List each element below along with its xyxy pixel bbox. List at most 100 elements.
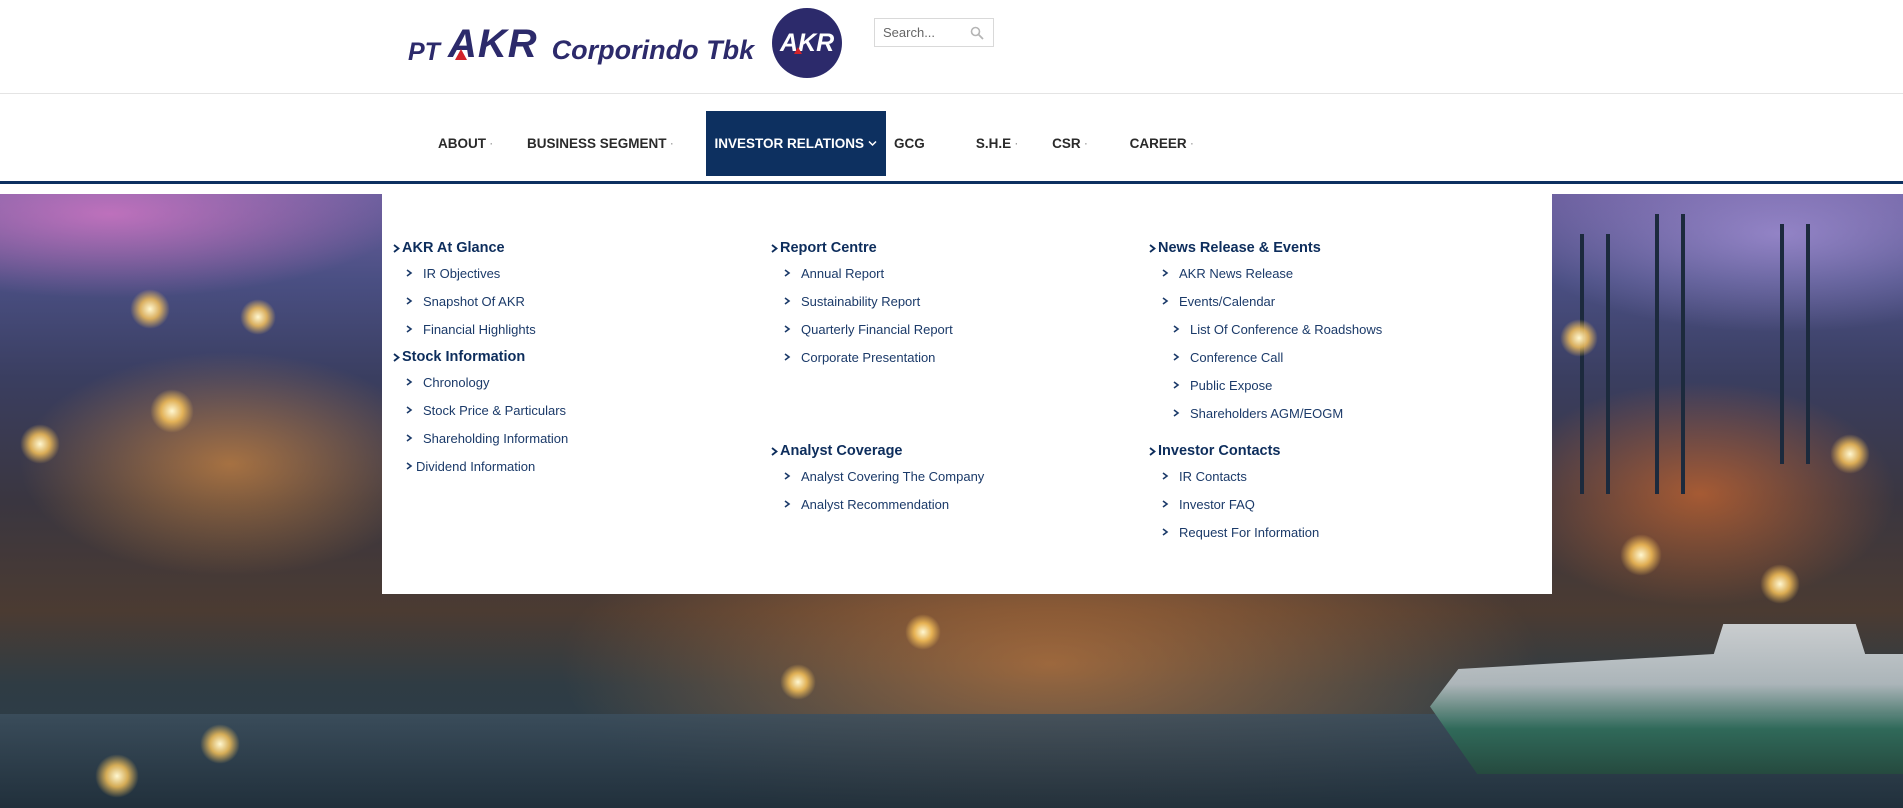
menu-group-news-release-events: News Release & Events AKR News Release E… bbox=[1148, 238, 1382, 423]
menu-group-title[interactable]: Stock Information bbox=[392, 347, 568, 367]
nav-dropdown-indicator: · bbox=[670, 138, 674, 149]
nav-item-gcg[interactable]: GCG bbox=[886, 111, 933, 176]
nav-item-label: ABOUT bbox=[438, 136, 486, 151]
hero-light bbox=[1830, 434, 1870, 474]
menu-item-label: Shareholding Information bbox=[423, 430, 569, 446]
menu-item-label: Dividend Information bbox=[416, 458, 536, 474]
menu-group-title-text: News Release & Events bbox=[1158, 240, 1321, 256]
menu-group-title[interactable]: Analyst Coverage bbox=[770, 441, 984, 461]
hero-light bbox=[1760, 564, 1800, 604]
menu-group-title-text: Investor Contacts bbox=[1158, 443, 1281, 459]
nav-dropdown-indicator: · bbox=[1015, 138, 1019, 149]
menu-item-events-calendar[interactable]: Events/Calendar bbox=[1148, 291, 1382, 311]
menu-item-label: IR Contacts bbox=[1179, 468, 1247, 484]
nav-item-label: GCG bbox=[894, 136, 925, 151]
menu-item-investor-faq[interactable]: Investor FAQ bbox=[1148, 494, 1319, 514]
nav-item-she[interactable]: S.H.E · bbox=[968, 111, 1026, 176]
company-logo[interactable]: PT AKR Corporindo Tbk AKR bbox=[408, 8, 843, 78]
nav-item-investor-relations[interactable]: INVESTOR RELATIONS bbox=[705, 111, 887, 176]
hero-crane bbox=[1655, 214, 1685, 494]
hero-light bbox=[905, 614, 941, 650]
search-icon[interactable] bbox=[970, 26, 984, 40]
nav-item-label: CSR bbox=[1052, 136, 1081, 151]
hero-crane bbox=[1580, 234, 1610, 494]
hero-light bbox=[200, 724, 240, 764]
menu-item-sustainability-report[interactable]: Sustainability Report bbox=[770, 291, 953, 311]
hero-light bbox=[20, 424, 60, 464]
menu-group-title-text: AKR At Glance bbox=[402, 240, 505, 256]
menu-group-stock-information: Stock Information Chronology Stock Price… bbox=[392, 347, 568, 476]
nav-item-business-segment[interactable]: BUSINESS SEGMENT · bbox=[519, 111, 682, 176]
logo-red-accent bbox=[454, 48, 467, 60]
hero-ship bbox=[1430, 624, 1903, 774]
logo-prefix: PT bbox=[408, 37, 440, 66]
nav-item-label: BUSINESS SEGMENT bbox=[527, 136, 667, 151]
menu-item-label: Quarterly Financial Report bbox=[801, 321, 953, 337]
chevron-right-icon bbox=[784, 472, 791, 480]
menu-item-label: Chronology bbox=[423, 374, 490, 390]
nav-dropdown-indicator: · bbox=[1084, 138, 1088, 149]
chevron-right-icon bbox=[1149, 243, 1156, 253]
chevron-right-icon bbox=[771, 243, 778, 253]
menu-item-ir-contacts[interactable]: IR Contacts bbox=[1148, 466, 1319, 486]
chevron-right-icon bbox=[784, 353, 791, 361]
menu-item-ir-objectives[interactable]: IR Objectives bbox=[392, 263, 536, 283]
menu-item-label: Annual Report bbox=[801, 265, 885, 281]
menu-group-title-text: Stock Information bbox=[402, 349, 526, 365]
chevron-right-icon bbox=[406, 434, 413, 442]
menu-item-chronology[interactable]: Chronology bbox=[392, 372, 568, 392]
nav-dropdown-indicator: · bbox=[1190, 138, 1194, 149]
menu-group-title[interactable]: AKR At Glance bbox=[392, 238, 536, 258]
chevron-right-icon bbox=[771, 446, 778, 456]
menu-item-analyst-covering-the-company[interactable]: Analyst Covering The Company bbox=[770, 466, 984, 486]
menu-item-request-for-information[interactable]: Request For Information bbox=[1148, 522, 1319, 542]
chevron-right-icon bbox=[406, 297, 413, 305]
chevron-right-icon bbox=[393, 352, 400, 362]
chevron-right-icon bbox=[784, 269, 791, 277]
hero-light bbox=[150, 389, 194, 433]
nav-item-career[interactable]: CAREER · bbox=[1122, 111, 1202, 176]
menu-item-label: Analyst Covering The Company bbox=[801, 468, 985, 484]
chevron-right-icon bbox=[406, 462, 413, 470]
menu-item-shareholders-agm-eogm[interactable]: Shareholders AGM/EOGM bbox=[1148, 403, 1382, 423]
menu-item-annual-report[interactable]: Annual Report bbox=[770, 263, 953, 283]
menu-item-public-expose[interactable]: Public Expose bbox=[1148, 375, 1382, 395]
menu-item-stock-price-particulars[interactable]: Stock Price & Particulars bbox=[392, 400, 568, 420]
hero-light bbox=[1560, 319, 1598, 357]
chevron-right-icon bbox=[393, 243, 400, 253]
nav-item-label: CAREER bbox=[1129, 136, 1187, 151]
menu-item-conference-call[interactable]: Conference Call bbox=[1148, 347, 1382, 367]
menu-item-shareholding-information[interactable]: Shareholding Information bbox=[392, 428, 568, 448]
chevron-right-icon bbox=[1173, 381, 1180, 389]
menu-item-label: List Of Conference & Roadshows bbox=[1190, 321, 1383, 337]
hero-light bbox=[780, 664, 816, 700]
chevron-right-icon bbox=[1162, 297, 1169, 305]
menu-item-label: Request For Information bbox=[1179, 524, 1320, 540]
menu-item-label: Snapshot Of AKR bbox=[423, 293, 525, 309]
menu-item-quarterly-financial-report[interactable]: Quarterly Financial Report bbox=[770, 319, 953, 339]
menu-item-analyst-recommendation[interactable]: Analyst Recommendation bbox=[770, 494, 984, 514]
menu-group-analyst-coverage: Analyst Coverage Analyst Covering The Co… bbox=[770, 441, 984, 514]
menu-item-label: Investor FAQ bbox=[1179, 496, 1255, 512]
menu-item-label: Corporate Presentation bbox=[801, 349, 936, 365]
chevron-right-icon bbox=[1173, 409, 1180, 417]
menu-item-list-of-conference-roadshows[interactable]: List Of Conference & Roadshows bbox=[1148, 319, 1382, 339]
nav-item-csr[interactable]: CSR · bbox=[1044, 111, 1096, 176]
menu-item-corporate-presentation[interactable]: Corporate Presentation bbox=[770, 347, 953, 367]
main-navigation: ABOUT · BUSINESS SEGMENT · INVESTOR RELATI… bbox=[0, 95, 1903, 184]
menu-item-financial-highlights[interactable]: Financial Highlights bbox=[392, 319, 536, 339]
hero-crane bbox=[1780, 224, 1810, 464]
menu-item-label: AKR News Release bbox=[1179, 265, 1294, 281]
menu-group-title[interactable]: Investor Contacts bbox=[1148, 441, 1319, 461]
search-input[interactable] bbox=[875, 19, 965, 46]
logo-suffix: Corporindo Tbk bbox=[551, 34, 755, 65]
menu-item-akr-news-release[interactable]: AKR News Release bbox=[1148, 263, 1382, 283]
menu-item-label: Financial Highlights bbox=[423, 321, 536, 337]
logo-badge-text: AKR bbox=[780, 28, 835, 57]
nav-item-about[interactable]: ABOUT · bbox=[430, 111, 501, 176]
nav-item-label: S.H.E bbox=[975, 136, 1012, 151]
menu-group-title[interactable]: Report Centre bbox=[770, 238, 953, 258]
menu-item-dividend-information[interactable]: Dividend Information bbox=[392, 456, 568, 476]
menu-item-snapshot-of-akr[interactable]: Snapshot Of AKR bbox=[392, 291, 536, 311]
menu-group-title[interactable]: News Release & Events bbox=[1148, 238, 1382, 258]
